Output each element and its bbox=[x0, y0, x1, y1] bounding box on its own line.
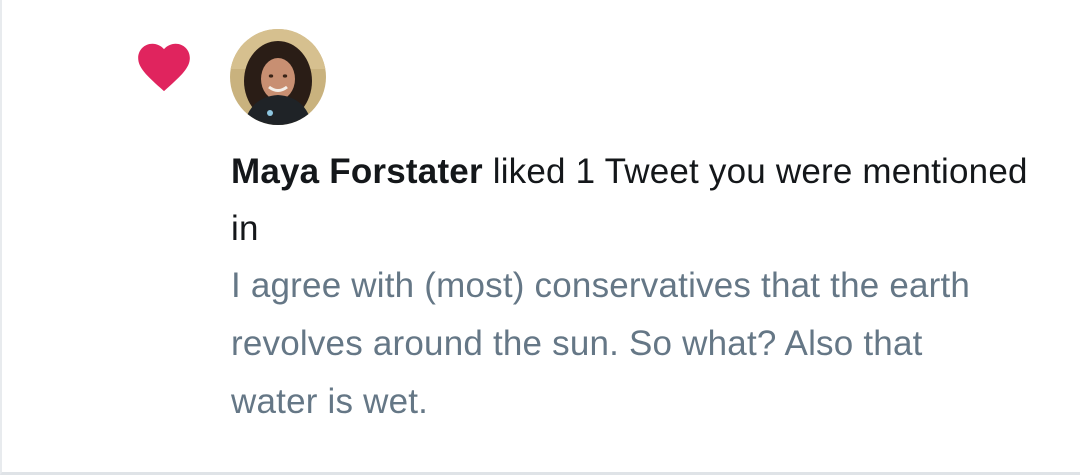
heart-icon bbox=[133, 36, 195, 98]
user-name-link[interactable]: Maya Forstater bbox=[231, 152, 483, 191]
notification-card[interactable]: Maya Forstater liked 1 Tweet you were me… bbox=[0, 0, 1080, 475]
notification-headline: Maya Forstater liked 1 Tweet you were me… bbox=[231, 143, 1031, 257]
notification-content: Maya Forstater liked 1 Tweet you were me… bbox=[231, 143, 1031, 431]
tweet-preview-text[interactable]: I agree with (most) conservatives that t… bbox=[231, 257, 1011, 431]
avatar[interactable] bbox=[230, 29, 326, 125]
